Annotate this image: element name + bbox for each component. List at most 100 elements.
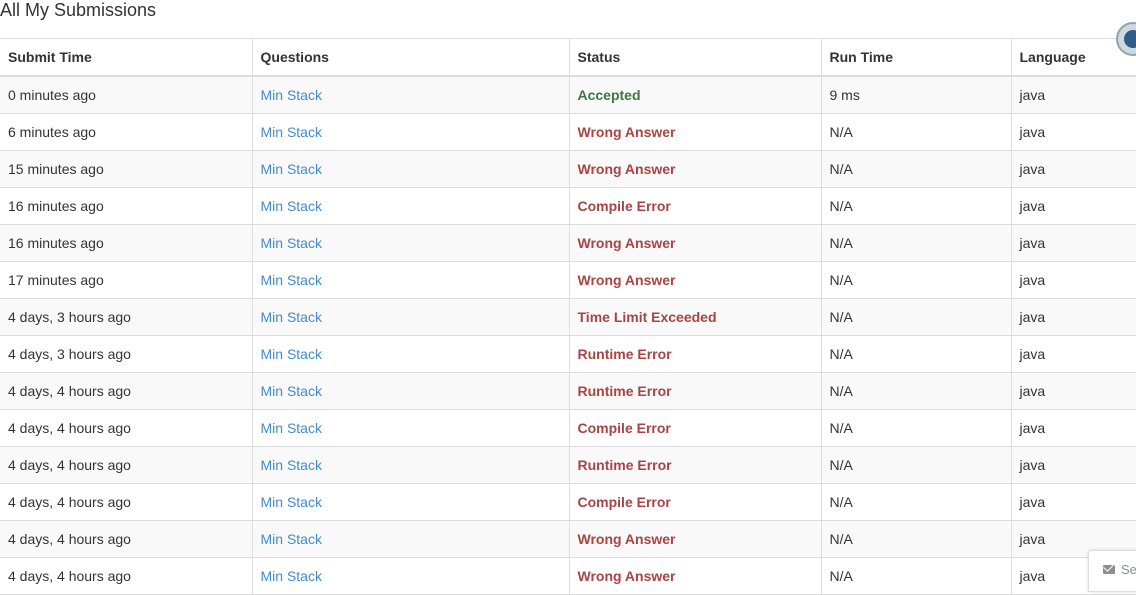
question-link[interactable]: Min Stack bbox=[261, 568, 322, 584]
status-cell: Runtime Error bbox=[568, 372, 821, 410]
question-link[interactable]: Min Stack bbox=[261, 531, 322, 547]
language-cell: java bbox=[1010, 113, 1136, 151]
submit-time-cell: 4 days, 4 hours ago bbox=[8, 568, 131, 584]
question-cell: Min Stack bbox=[251, 372, 569, 410]
language-cell: java bbox=[1010, 298, 1136, 336]
question-link[interactable]: Min Stack bbox=[261, 161, 322, 177]
submit-time-cell: 6 minutes ago bbox=[8, 124, 96, 140]
question-link[interactable]: Min Stack bbox=[261, 309, 322, 325]
question-cell: Min Stack bbox=[251, 150, 569, 188]
question-link[interactable]: Min Stack bbox=[261, 198, 322, 214]
language-cell: java bbox=[1010, 483, 1136, 521]
submit-time-cell: 4 days, 4 hours ago bbox=[8, 531, 131, 547]
run-time-cell: N/A bbox=[820, 261, 1011, 299]
question-cell: Min Stack bbox=[251, 557, 569, 595]
status-link[interactable]: Wrong Answer bbox=[578, 568, 676, 584]
status-link[interactable]: Runtime Error bbox=[578, 383, 672, 399]
submit-time-cell: 4 days, 4 hours ago bbox=[8, 494, 131, 510]
status-cell: Wrong Answer bbox=[568, 113, 821, 151]
run-time-cell: N/A bbox=[820, 557, 1011, 595]
status-link[interactable]: Runtime Error bbox=[578, 457, 672, 473]
submit-time-cell: 0 minutes ago bbox=[8, 87, 96, 103]
question-cell: Min Stack bbox=[251, 335, 569, 373]
status-link[interactable]: Runtime Error bbox=[578, 346, 672, 362]
submit-time-cell: 4 days, 4 hours ago bbox=[8, 420, 131, 436]
run-time-cell: N/A bbox=[820, 520, 1011, 558]
table-header-row: Submit Time Questions Status Run Time La… bbox=[0, 38, 1136, 76]
run-time-cell: N/A bbox=[820, 372, 1011, 410]
status-link[interactable]: Wrong Answer bbox=[578, 272, 676, 288]
question-link[interactable]: Min Stack bbox=[261, 494, 322, 510]
question-link[interactable]: Min Stack bbox=[261, 87, 322, 103]
status-link[interactable]: Time Limit Exceeded bbox=[578, 309, 717, 325]
run-time-cell: 9 ms bbox=[820, 76, 1011, 114]
question-link[interactable]: Min Stack bbox=[261, 272, 322, 288]
language-cell: java bbox=[1010, 187, 1136, 225]
status-link[interactable]: Compile Error bbox=[578, 420, 671, 436]
table-row: 15 minutes ago Min Stack Wrong Answer N/A ja… bbox=[0, 150, 1136, 188]
status-cell: Wrong Answer bbox=[568, 557, 821, 595]
question-cell: Min Stack bbox=[251, 113, 569, 151]
status-link[interactable]: Compile Error bbox=[578, 198, 671, 214]
status-cell: Runtime Error bbox=[568, 335, 821, 373]
question-link[interactable]: Min Stack bbox=[261, 457, 322, 473]
run-time-cell: N/A bbox=[820, 150, 1011, 188]
table-row: 17 minutes ago Min Stack Wrong Answer N/A ja… bbox=[0, 261, 1136, 299]
header-run-time: Run Time bbox=[820, 38, 1011, 76]
header-questions: Questions bbox=[251, 38, 569, 76]
submit-time-cell: 4 days, 3 hours ago bbox=[8, 346, 131, 362]
table-row: 4 days, 3 hours ago Min Stack Runtime Erro… bbox=[0, 335, 1136, 373]
status-cell: Wrong Answer bbox=[568, 520, 821, 558]
table-row: 4 days, 4 hours ago Min Stack Runtime Erro… bbox=[0, 446, 1136, 484]
question-link[interactable]: Min Stack bbox=[261, 383, 322, 399]
language-cell: java bbox=[1010, 409, 1136, 447]
question-link[interactable]: Min Stack bbox=[261, 124, 322, 140]
question-cell: Min Stack bbox=[251, 224, 569, 262]
run-time-cell: N/A bbox=[820, 113, 1011, 151]
table-row: 4 days, 4 hours ago Min Stack Runtime Erro… bbox=[0, 372, 1136, 410]
question-cell: Min Stack bbox=[251, 520, 569, 558]
table-row: 4 days, 4 hours ago Min Stack Wrong Answer… bbox=[0, 520, 1136, 558]
status-link[interactable]: Compile Error bbox=[578, 494, 671, 510]
status-cell: Compile Error bbox=[568, 483, 821, 521]
run-time-cell: N/A bbox=[820, 483, 1011, 521]
table-row: 16 minutes ago Min Stack Compile Error N/A j… bbox=[0, 187, 1136, 225]
status-link[interactable]: Accepted bbox=[578, 87, 641, 103]
table-row: 4 days, 4 hours ago Min Stack Compile Erro… bbox=[0, 483, 1136, 521]
submit-time-cell: 4 days, 3 hours ago bbox=[8, 309, 131, 325]
question-cell: Min Stack bbox=[251, 76, 569, 114]
table-row: 4 days, 3 hours ago Min Stack Time Limit E… bbox=[0, 298, 1136, 336]
language-cell: java bbox=[1010, 150, 1136, 188]
table-row: 16 minutes ago Min Stack Wrong Answer N/A ja… bbox=[0, 224, 1136, 262]
question-link[interactable]: Min Stack bbox=[261, 420, 322, 436]
status-link[interactable]: Wrong Answer bbox=[578, 235, 676, 251]
status-cell: Accepted bbox=[568, 76, 821, 114]
status-cell: Time Limit Exceeded bbox=[568, 298, 821, 336]
question-link[interactable]: Min Stack bbox=[261, 235, 322, 251]
question-cell: Min Stack bbox=[251, 446, 569, 484]
language-cell: java bbox=[1010, 335, 1136, 373]
question-link[interactable]: Min Stack bbox=[261, 346, 322, 362]
language-cell: java bbox=[1010, 372, 1136, 410]
submit-time-cell: 4 days, 4 hours ago bbox=[8, 457, 131, 473]
submissions-table: Submit Time Questions Status Run Time La… bbox=[0, 38, 1136, 595]
page-title: All My Submissions bbox=[0, 0, 157, 20]
status-cell: Wrong Answer bbox=[568, 150, 821, 188]
submit-time-cell: 16 minutes ago bbox=[8, 198, 104, 214]
feedback-label: Se bbox=[1121, 562, 1136, 577]
language-cell: java bbox=[1010, 224, 1136, 262]
status-cell: Compile Error bbox=[568, 409, 821, 447]
feedback-tab[interactable]: Se bbox=[1088, 550, 1136, 592]
submit-time-cell: 16 minutes ago bbox=[8, 235, 104, 251]
status-link[interactable]: Wrong Answer bbox=[578, 531, 676, 547]
run-time-cell: N/A bbox=[820, 446, 1011, 484]
envelope-icon bbox=[1103, 565, 1115, 574]
question-cell: Min Stack bbox=[251, 298, 569, 336]
table-row: 4 days, 4 hours ago Min Stack Compile Erro… bbox=[0, 409, 1136, 447]
status-link[interactable]: Wrong Answer bbox=[578, 124, 676, 140]
table-row: 4 days, 4 hours ago Min Stack Wrong Answer… bbox=[0, 557, 1136, 595]
status-cell: Compile Error bbox=[568, 187, 821, 225]
header-status: Status bbox=[568, 38, 821, 76]
status-link[interactable]: Wrong Answer bbox=[578, 161, 676, 177]
run-time-cell: N/A bbox=[820, 298, 1011, 336]
